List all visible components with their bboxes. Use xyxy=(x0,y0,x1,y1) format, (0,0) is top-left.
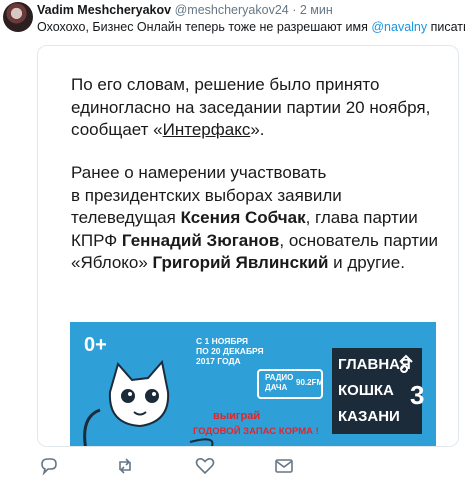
author-handle[interactable]: @meshcheryakov24 xyxy=(175,3,289,17)
dates-line-3: 2017 ГОДА xyxy=(196,356,241,366)
name-yavlinsky: Григорий Явлинский xyxy=(152,253,329,272)
p2-line-3: телеведущая Ксения Собчак, глава партии xyxy=(71,207,451,230)
promo-food: ГОДОВОЙ ЗАПАС КОРМА ! xyxy=(193,426,319,437)
p1-line-2: единогласно на заседании партии 20 ноябр… xyxy=(71,97,431,117)
dates-line-2: ПО 20 ДЕКАБРЯ xyxy=(196,346,264,356)
quoted-image-card[interactable]: По его словам, решение было принято един… xyxy=(37,45,459,447)
p2-l3-post: , глава партии xyxy=(305,208,418,227)
ad-banner: 0+ С 1 НОЯБРЯ ПО 20 ДЕКАБРЯ 2017 ГОДА РА… xyxy=(70,322,436,446)
avatar[interactable] xyxy=(3,2,33,32)
name-zyuganov: Геннадий Зюганов xyxy=(121,230,280,250)
age-rating: 0+ xyxy=(84,334,107,356)
tweet-text-before: Охохохо, Бизнес Онлайн теперь тоже не ра… xyxy=(37,20,372,34)
p2-l3-pre: телеведущая xyxy=(71,208,181,227)
p2-line-5: «Яблоко» Григорий Явлинский и другие. xyxy=(71,252,451,275)
p2-line-1: Ранее о намерении участвовать xyxy=(71,163,327,182)
promo-win: выиграй xyxy=(213,410,261,422)
p1-post: ». xyxy=(250,120,265,139)
p1-pre: сообщает « xyxy=(71,120,163,139)
p1-line-3: сообщает «Интерфакс». xyxy=(71,119,451,142)
title-line-1: ГЛАВНАЯ xyxy=(338,356,411,373)
name-sobchak: Ксения Собчак xyxy=(180,208,306,227)
title-line-3: КАЗАНИ xyxy=(338,408,400,425)
dates-block: С 1 НОЯБРЯ ПО 20 ДЕКАБРЯ 2017 ГОДА xyxy=(196,336,264,366)
p2-l4-post: , основатель партии xyxy=(279,230,439,250)
contest-number: 3 xyxy=(410,380,425,410)
dates-line-1: С 1 НОЯБРЯ xyxy=(196,336,249,346)
tweet-header: Vadim Meshcheryakov @meshcheryakov24 · 2… xyxy=(37,3,333,17)
paragraph-2: Ранее о намерении участвовать в президен… xyxy=(71,162,451,275)
message-icon[interactable] xyxy=(273,455,295,477)
paragraph-1: По его словам, решение было принято един… xyxy=(71,74,451,142)
tweet-text: Охохохо, Бизнес Онлайн теперь тоже не ра… xyxy=(37,20,465,34)
p2-line-4: КПРФ Геннадий Зюганов, основатель партии xyxy=(71,230,451,253)
radio-line-1: РАДИО xyxy=(265,373,294,382)
contest-title: ГЛАВНАЯ КОШКА КАЗАНИ xyxy=(338,352,411,430)
radio-line-2: ДАЧА xyxy=(265,382,288,392)
tweet-text-after: писать?) xyxy=(430,20,465,34)
p2-l5-post: и другие. xyxy=(328,253,405,272)
radio-logo: РАДИО ДАЧА xyxy=(265,373,293,392)
timestamp[interactable]: 2 мин xyxy=(300,3,333,17)
p1-line-1: По его словам, решение было принято xyxy=(71,75,380,94)
tweet-actions xyxy=(0,455,465,480)
radio-frequency: 90.2FM xyxy=(296,378,324,387)
reply-icon[interactable] xyxy=(38,455,60,477)
interfax-link: Интерфакс xyxy=(162,120,251,139)
retweet-icon[interactable] xyxy=(114,455,136,477)
p2-l5-pre: «Яблоко» xyxy=(71,253,153,272)
tweet: Vadim Meshcheryakov @meshcheryakov24 · 2… xyxy=(0,0,465,480)
p2-l4-pre: КПРФ xyxy=(71,230,122,250)
mention-link[interactable]: @navalny xyxy=(371,20,427,34)
separator: · xyxy=(292,3,297,17)
title-line-2: КОШКА xyxy=(338,382,394,399)
like-icon[interactable] xyxy=(194,455,216,477)
p2-line-2: в президентских выборах заявили xyxy=(71,185,342,205)
author-name[interactable]: Vadim Meshcheryakov xyxy=(37,3,171,17)
